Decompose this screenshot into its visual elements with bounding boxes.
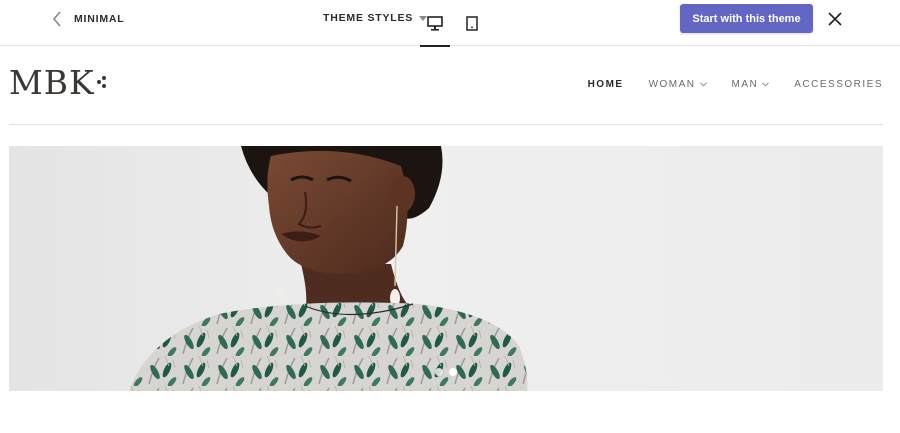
nav-item-label: HOME (587, 79, 624, 90)
slider-dot-2[interactable] (449, 368, 457, 376)
nav-item-accessories[interactable]: ACCESSORIES (794, 79, 883, 90)
nav-item-label: ACCESSORIES (794, 79, 883, 90)
main-nav: HOME WOMAN MAN ACCESSORIES (563, 79, 883, 90)
desktop-view-button[interactable] (420, 0, 450, 47)
logo-text: MBK (9, 63, 95, 102)
chevron-down-icon (762, 82, 770, 87)
site-header: MBK HOME WOMAN MAN ACCESSORIES (9, 46, 883, 125)
desktop-icon (427, 15, 443, 31)
slider-pagination (435, 368, 463, 376)
start-with-theme-button[interactable]: Start with this theme (680, 4, 813, 33)
theme-styles-label: THEME STYLES (323, 12, 414, 24)
tablet-view-button[interactable] (457, 0, 487, 46)
close-button[interactable] (826, 10, 844, 28)
hero-slider[interactable] (9, 146, 883, 391)
close-icon (828, 12, 842, 26)
theme-styles-dropdown[interactable]: THEME STYLES (323, 12, 428, 24)
editor-toolbar: MINIMAL THEME STYLES Start with this the… (0, 0, 900, 47)
hero-image (9, 146, 883, 391)
chevron-left-icon (52, 11, 61, 27)
nav-item-woman[interactable]: WOMAN (649, 79, 707, 90)
chevron-down-icon (699, 82, 707, 87)
back-button[interactable]: MINIMAL (52, 10, 125, 28)
site-logo[interactable]: MBK (9, 66, 107, 99)
nav-item-man[interactable]: MAN (732, 79, 770, 90)
nav-item-label: MAN (731, 79, 759, 90)
tablet-icon (466, 15, 478, 31)
nav-item-label: WOMAN (648, 79, 696, 90)
slider-dot-1[interactable] (435, 368, 443, 376)
theme-name-label: MINIMAL (74, 13, 125, 25)
logo-dots-icon (96, 76, 107, 92)
nav-item-home[interactable]: HOME (588, 79, 624, 90)
